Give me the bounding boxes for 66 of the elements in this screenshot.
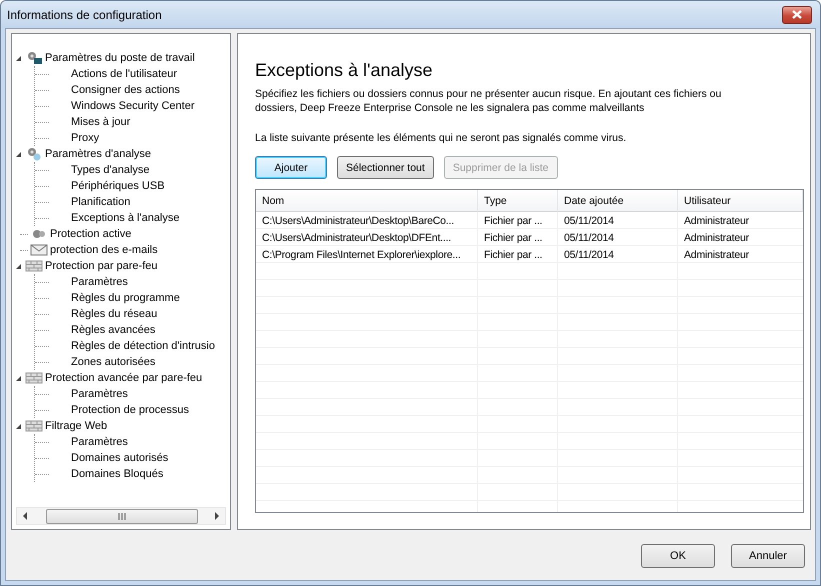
tree-item[interactable]: Protection de processus — [69, 402, 192, 418]
tree-item[interactable]: Règles avancées — [69, 322, 158, 338]
dialog-button[interactable]: Annuler — [731, 544, 805, 568]
tree-item[interactable]: Protection active — [48, 226, 134, 242]
gears-computer-icon — [25, 50, 43, 66]
tree-item[interactable]: Windows Security Center — [69, 98, 196, 114]
list-note: La liste suivante présente les éléments qui ne seront pas signalés comme virus. — [255, 131, 628, 145]
table-cell-text: C:\Users\Administrateur\Desktop\DFEnt.... — [261, 230, 452, 246]
scrollbar-thumb[interactable] — [46, 508, 198, 524]
expanded-arrow-icon[interactable] — [16, 374, 22, 382]
table-cell-text: C:\Program Files\Internet Explorer\iexplore... — [261, 248, 462, 262]
expanded-arrow-icon[interactable] — [16, 422, 22, 430]
description-text: Spécifiez les fichiers ou dossiers connus pour ne présenter aucun risque. En ajoutant ces fichiers ou dossiers, Deep Freeze Enterprise Console ne les signalera pas comme malveillants — [255, 87, 722, 115]
expanded-arrow-icon[interactable] — [16, 54, 22, 62]
table-cell-text: 05/11/2014 — [563, 248, 615, 262]
brick-wall-icon — [25, 372, 43, 384]
window-title: Informations de configuration — [7, 8, 162, 22]
column-header[interactable]: Date ajoutée — [558, 190, 678, 212]
close-icon — [791, 10, 803, 19]
column-header[interactable]: Utilisateur — [678, 190, 803, 212]
table-cell-text: 05/11/2014 — [563, 214, 615, 228]
expanded-arrow-icon[interactable] — [16, 262, 22, 270]
table-cell-text: C:\Users\Administrateur\Desktop\BareCo... — [261, 214, 455, 228]
table-cell-text: Fichier par ... — [483, 230, 544, 246]
tree-item[interactable]: Zones autorisées — [69, 354, 158, 370]
action-button[interactable]: Ajouter — [255, 156, 327, 179]
envelope-icon — [30, 243, 48, 257]
tree-item[interactable]: Périphériques USB — [69, 178, 167, 194]
close-button[interactable] — [782, 6, 812, 24]
tree-item[interactable]: Règles de détection d'intrusio — [69, 338, 217, 354]
tree-item[interactable]: Domaines autorisés — [69, 450, 170, 466]
scroll-right-icon[interactable] — [212, 511, 222, 521]
tree-item[interactable]: Exceptions à l'analyse — [69, 210, 182, 226]
horizontal-scrollbar[interactable] — [16, 507, 226, 525]
table-cell-text: Administrateur — [683, 248, 750, 262]
tree-item[interactable]: Proxy — [69, 130, 102, 146]
brick-wall-icon — [25, 420, 43, 432]
tree-item[interactable]: Règles du réseau — [69, 306, 160, 322]
dialog-button[interactable]: OK — [641, 544, 715, 568]
tree-item[interactable]: Filtrage Web — [43, 418, 110, 434]
tree-item[interactable]: Paramètres — [69, 274, 130, 290]
tree-item[interactable]: Paramètres — [69, 386, 130, 402]
tree-item[interactable]: Protection avancée par pare-feu — [43, 370, 204, 386]
tree-item[interactable]: Paramètres — [69, 434, 130, 450]
tree-item[interactable]: Règles du programme — [69, 290, 182, 306]
table-cell-text: Fichier par ... — [483, 248, 544, 262]
table-cell-text: 05/11/2014 — [563, 230, 615, 246]
tree-item[interactable]: Paramètres d'analyse — [43, 146, 154, 162]
tree-item[interactable]: Planification — [69, 194, 132, 210]
action-button[interactable]: Sélectionner tout — [337, 156, 434, 179]
expanded-arrow-icon[interactable] — [16, 150, 22, 158]
column-header[interactable]: Nom — [256, 190, 478, 212]
table-cell-text: Fichier par ... — [483, 214, 544, 228]
tree-item[interactable]: Domaines Bloqués — [69, 466, 166, 482]
tree-item[interactable]: Mises à jour — [69, 114, 132, 130]
tree-item[interactable]: protection des e-mails — [48, 242, 160, 258]
tree-item[interactable]: Paramètres du poste de travail — [43, 50, 197, 66]
table-cell-text: Administrateur — [683, 230, 750, 246]
page-heading: Exceptions à l'analyse — [255, 60, 434, 81]
tree-item[interactable]: Actions de l'utilisateur — [69, 66, 180, 82]
column-header[interactable]: Type — [478, 190, 558, 212]
brick-wall-icon — [25, 260, 43, 272]
tree-item[interactable]: Types d'analyse — [69, 162, 152, 178]
tree-item[interactable]: Protection par pare-feu — [43, 258, 160, 274]
table-cell-text: Administrateur — [683, 214, 750, 228]
tree-item[interactable]: Consigner des actions — [69, 82, 182, 98]
